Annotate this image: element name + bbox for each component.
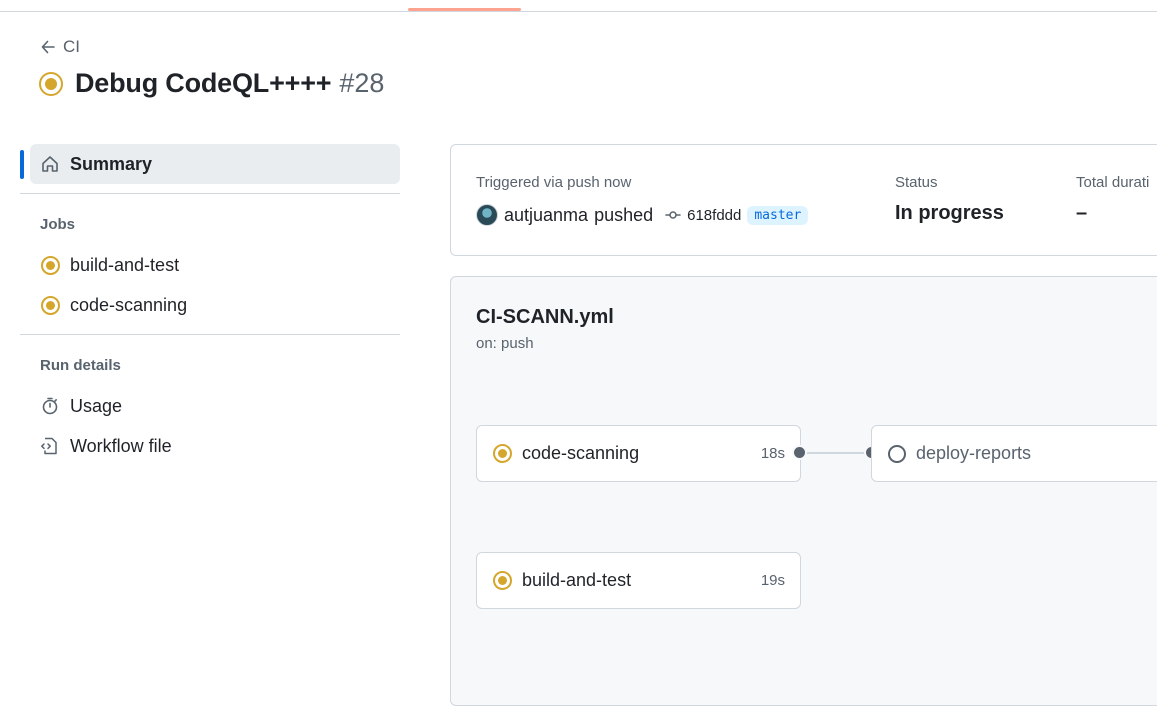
page-title: Debug CodeQL++++ #28 bbox=[39, 68, 384, 99]
run-number: #28 bbox=[339, 68, 385, 98]
duration-label: Total durati bbox=[1076, 174, 1150, 191]
job-duration: 18s bbox=[760, 445, 785, 462]
job-node-code-scanning[interactable]: code-scanning 18s bbox=[476, 425, 801, 482]
trigger-details: autjuanma pushed 618fddd master bbox=[476, 204, 809, 226]
workflow-graph-card: CI-SCANN.yml on: push code-scanning 18s … bbox=[450, 276, 1157, 706]
status-label: Status bbox=[895, 174, 938, 191]
sidebar-item-build-and-test[interactable]: build-and-test bbox=[20, 245, 400, 285]
stopwatch-icon bbox=[40, 396, 60, 416]
git-commit-icon bbox=[665, 211, 681, 219]
job-node-deploy-reports[interactable]: deploy-reports bbox=[871, 425, 1157, 482]
workflow-file-name: CI-SCANN.yml bbox=[476, 306, 614, 328]
job-duration: 19s bbox=[760, 572, 785, 589]
in-progress-status-icon bbox=[493, 571, 512, 590]
arrow-left-icon bbox=[41, 40, 55, 54]
job-name: code-scanning bbox=[522, 443, 640, 463]
trigger-verb: pushed bbox=[594, 204, 654, 225]
sidebar: Summary Jobs build-and-test code-scannin… bbox=[20, 144, 400, 466]
in-progress-status-icon bbox=[493, 444, 512, 463]
in-progress-status-icon bbox=[40, 255, 60, 275]
run-summary-card: Triggered via push now autjuanma pushed … bbox=[450, 144, 1157, 256]
connector-dot bbox=[792, 445, 807, 460]
run-details-section-title: Run details bbox=[40, 357, 121, 374]
job-name: deploy-reports bbox=[916, 443, 1032, 463]
actor-link[interactable]: autjuanma bbox=[504, 205, 588, 226]
sidebar-item-summary[interactable]: Summary bbox=[20, 144, 400, 184]
sidebar-item-workflow-file[interactable]: Workflow file bbox=[20, 426, 400, 466]
divider bbox=[20, 334, 400, 335]
sidebar-item-label: code-scanning bbox=[70, 294, 188, 315]
back-link-label: CI bbox=[63, 37, 80, 56]
status-value: In progress bbox=[895, 202, 1004, 224]
trigger-text: Triggered via push now bbox=[476, 174, 632, 191]
workflow-trigger: on: push bbox=[476, 335, 534, 352]
avatar[interactable] bbox=[476, 204, 498, 226]
sidebar-item-label: Usage bbox=[70, 395, 123, 416]
repo-nav-bar bbox=[0, 0, 1157, 12]
job-connector bbox=[801, 452, 873, 454]
queued-status-icon bbox=[888, 444, 906, 463]
active-tab-underline bbox=[408, 8, 521, 11]
divider bbox=[20, 193, 400, 194]
sidebar-item-code-scanning[interactable]: code-scanning bbox=[20, 285, 400, 325]
sidebar-item-label: Workflow file bbox=[70, 435, 172, 456]
duration-value: – bbox=[1076, 202, 1088, 224]
file-code-icon bbox=[40, 436, 60, 456]
commit-link[interactable]: 618fddd bbox=[665, 207, 741, 224]
in-progress-status-icon bbox=[39, 71, 63, 96]
sidebar-item-label: Summary bbox=[70, 153, 153, 174]
run-title: Debug CodeQL++++ bbox=[75, 68, 332, 98]
home-icon bbox=[42, 156, 58, 172]
active-indicator bbox=[20, 150, 24, 179]
sidebar-item-label: build-and-test bbox=[70, 254, 180, 275]
sidebar-item-usage[interactable]: Usage bbox=[20, 386, 400, 426]
job-node-build-and-test[interactable]: build-and-test 19s bbox=[476, 552, 801, 609]
back-to-workflow-link[interactable]: CI bbox=[40, 37, 80, 57]
in-progress-status-icon bbox=[40, 295, 60, 315]
commit-sha: 618fddd bbox=[687, 206, 742, 224]
job-name: build-and-test bbox=[522, 570, 632, 590]
branch-badge[interactable]: master bbox=[747, 205, 809, 225]
jobs-section-title: Jobs bbox=[40, 216, 76, 233]
